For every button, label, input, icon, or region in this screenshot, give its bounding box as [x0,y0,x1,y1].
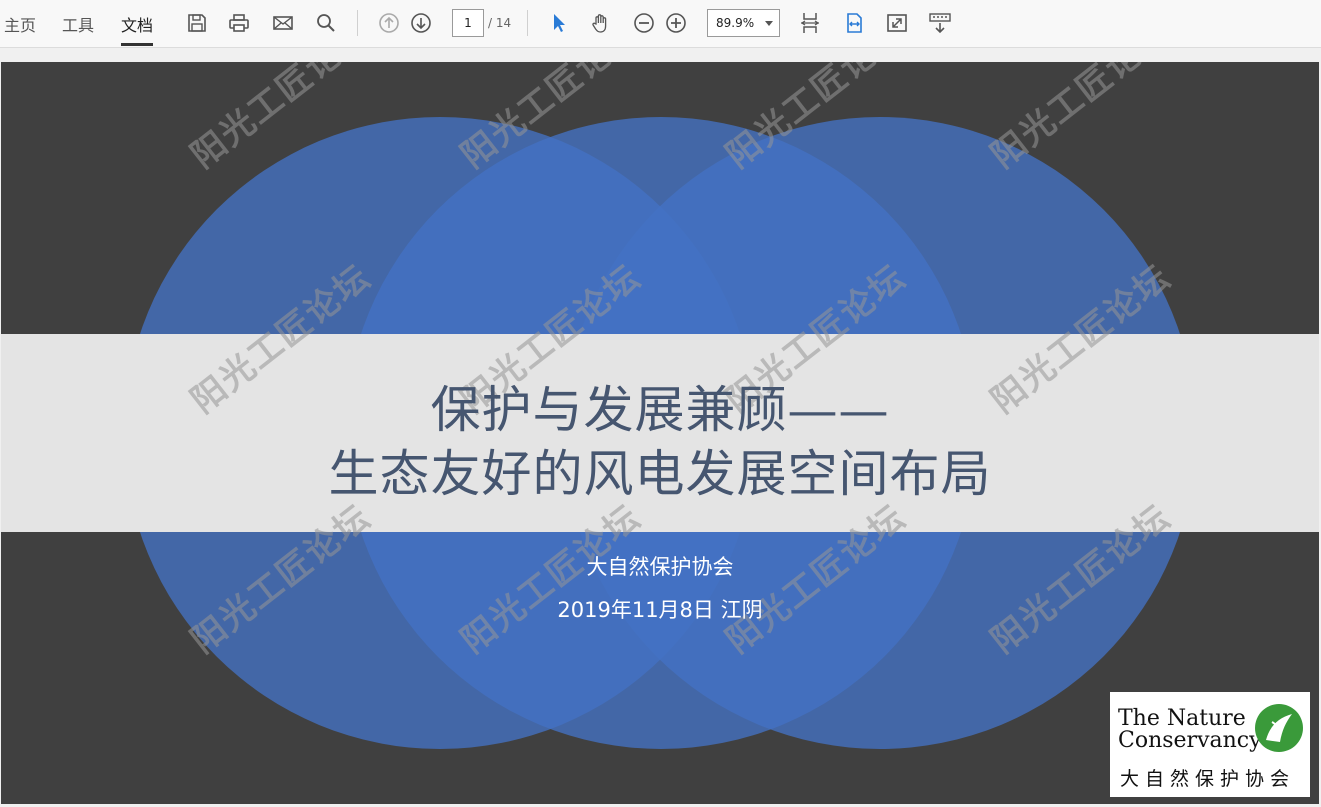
email-button[interactable] [270,10,296,36]
zoom-value: 89.9% [716,16,755,30]
keyboard-scroll-icon [929,13,951,34]
next-page-button[interactable] [408,10,434,36]
fit-page-icon [800,13,820,33]
chevron-down-icon [765,21,773,26]
search-button[interactable] [313,10,339,36]
plus-circle-icon [666,13,686,33]
print-button[interactable] [226,10,252,36]
slide-title-line1: 保护与发展兼顾—— [430,381,890,439]
zoom-out-button[interactable] [631,10,657,36]
fit-width-button[interactable] [841,10,867,36]
fit-page-button[interactable] [797,10,823,36]
document-viewer[interactable]: 阳光工匠论坛 阳光工匠论坛 阳光工匠论坛 阳光工匠论坛 阳光工匠论坛 阳光工匠论… [0,48,1321,807]
tnc-logo: The Nature Conservancy 大自然保护协会 [1110,692,1310,797]
tab-document[interactable]: 文档 [121,12,154,46]
hand-tool-button[interactable] [588,10,614,36]
full-screen-icon [887,14,907,32]
search-icon [317,14,335,32]
save-button[interactable] [184,10,210,36]
slide-date-location: 2019年11月8日 江阴 [557,598,763,622]
page-total: / 14 [488,16,512,30]
minus-circle-icon [634,13,654,33]
save-icon [188,14,206,32]
arrow-down-circle-icon [411,13,431,33]
logo-chinese-name: 大自然保护协会 [1120,768,1296,790]
page-number-input[interactable] [452,9,484,37]
slide-page: 阳光工匠论坛 阳光工匠论坛 阳光工匠论坛 阳光工匠论坛 阳光工匠论坛 阳光工匠论… [1,62,1319,804]
tab-home[interactable]: 主页 [4,12,36,46]
zoom-in-button[interactable] [663,10,689,36]
arrow-up-circle-icon [379,13,399,33]
previous-page-button[interactable] [376,10,402,36]
pointer-icon [554,14,565,32]
read-mode-button[interactable] [927,10,953,36]
fit-width-icon [847,13,862,33]
logo-english-name: The Nature Conservancy [1118,706,1262,753]
slide-organization: 大自然保护协会 [586,555,734,579]
hand-icon [592,14,607,33]
toolbar-separator [357,10,358,36]
mail-icon [273,16,293,30]
slide-title-line2: 生态友好的风电发展空间布局 [328,445,992,503]
toolbar-separator [527,10,528,36]
leaf-globe-icon [1255,704,1303,752]
tab-tools[interactable]: 工具 [62,12,94,46]
full-screen-button[interactable] [884,10,910,36]
print-icon [229,14,249,32]
select-tool-button[interactable] [545,10,571,36]
toolbar: 主页 工具 文档 / 14 89.9% [0,0,1321,48]
zoom-dropdown[interactable]: 89.9% [707,9,780,37]
